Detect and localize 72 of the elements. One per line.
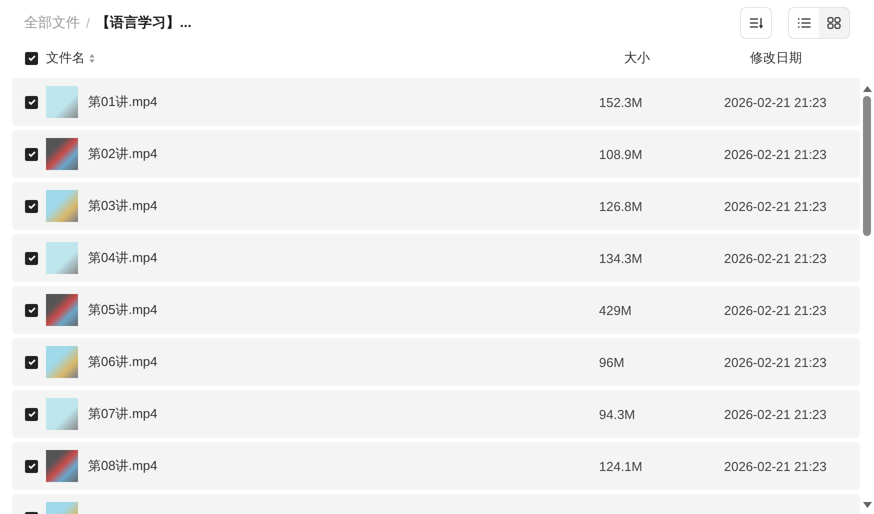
check-icon [28, 463, 36, 469]
sort-arrows-icon[interactable] [89, 52, 95, 64]
modified-date: 2026-02-21 21:23 [724, 354, 827, 370]
file-size: 124.1M [599, 458, 644, 474]
file-size: 126.8M [599, 198, 644, 214]
grid-icon [827, 17, 841, 29]
list-view-button[interactable] [789, 8, 819, 38]
file-row[interactable]: 第07讲.mp4 94.3M 2026-02-21 21:23 [12, 390, 860, 438]
video-thumbnail [46, 190, 78, 222]
check-icon [28, 203, 36, 209]
column-header[interactable]: 修改日期 [750, 49, 802, 67]
row-checkbox[interactable] [25, 148, 38, 160]
modified-date: 2026-02-21 21:23 [724, 146, 827, 162]
row-checkbox[interactable] [25, 356, 38, 368]
file-row[interactable]: 第06讲.mp4 96M 2026-02-21 21:23 [12, 338, 860, 386]
file-name: 第03讲.mp4 [88, 197, 158, 215]
scroll-down-icon[interactable] [862, 502, 872, 508]
file-name: 第08讲.mp4 [88, 457, 158, 475]
file-size: 94.3M [599, 406, 636, 422]
scrollbar-thumb[interactable] [863, 96, 871, 236]
list-icon [797, 17, 811, 29]
file-name: 第01讲.mp4 [88, 93, 158, 111]
file-row[interactable]: 第02讲.mp4 108.9M 2026-02-21 21:23 [12, 130, 860, 178]
file-row[interactable]: 第03讲.mp4 126.8M 2026-02-21 21:23 [12, 182, 860, 230]
modified-date: 2026-02-21 21:23 [724, 250, 827, 266]
file-row[interactable]: 第08讲.mp4 124.1M 2026-02-21 21:23 [12, 442, 860, 490]
column-header[interactable]: 文件名 [46, 49, 85, 67]
check-icon [28, 411, 36, 417]
scroll-up-icon[interactable] [862, 86, 872, 92]
file-row[interactable]: 第04讲.mp4 134.3M 2026-02-21 21:23 [12, 234, 860, 282]
check-icon [28, 359, 36, 365]
video-thumbnail [46, 346, 78, 378]
row-checkbox[interactable] [25, 96, 38, 108]
video-thumbnail [46, 86, 78, 118]
modified-date: 2026-02-21 21:23 [724, 302, 827, 318]
row-checkbox[interactable] [25, 200, 38, 212]
file-size: 134.3M [599, 250, 644, 266]
file-name: 第02讲.mp4 [88, 145, 158, 163]
check-icon [28, 99, 36, 105]
check-icon [28, 55, 36, 61]
column-header[interactable]: 大小 [624, 49, 750, 67]
file-row[interactable]: 第01讲.mp4 152.3M 2026-02-21 21:23 [12, 78, 860, 126]
video-thumbnail [46, 398, 78, 430]
file-name: 第07讲.mp4 [88, 405, 158, 423]
row-checkbox[interactable] [25, 252, 38, 264]
select-all-checkbox[interactable] [25, 52, 38, 64]
sort-icon [749, 17, 763, 29]
sort-button[interactable] [740, 7, 772, 39]
breadcrumb-separator: / [86, 15, 90, 31]
file-size: 429M [599, 302, 633, 318]
row-checkbox[interactable] [25, 304, 38, 316]
file-name: 第04讲.mp4 [88, 249, 158, 267]
modified-date: 2026-02-21 21:23 [724, 458, 827, 474]
current-folder: 【语言学习】... [96, 14, 192, 32]
file-row[interactable]: 第05讲.mp4 429M 2026-02-21 21:23 [12, 286, 860, 334]
file-name: 第06讲.mp4 [88, 353, 158, 371]
file-name: 第05讲.mp4 [88, 301, 158, 319]
modified-date: 2026-02-21 21:23 [724, 94, 827, 110]
check-icon [28, 307, 36, 313]
modified-date: 2026-02-21 21:23 [724, 198, 827, 214]
check-icon [28, 255, 36, 261]
check-icon [28, 151, 36, 157]
file-size: 96M [599, 354, 626, 370]
modified-date: 2026-02-21 21:23 [724, 406, 827, 422]
video-thumbnail [46, 138, 78, 170]
file-size: 108.9M [599, 146, 644, 162]
file-size: 152.3M [599, 94, 644, 110]
row-checkbox[interactable] [25, 460, 38, 472]
video-thumbnail [46, 450, 78, 482]
video-thumbnail [46, 294, 78, 326]
row-checkbox[interactable] [25, 408, 38, 420]
video-thumbnail [46, 242, 78, 274]
